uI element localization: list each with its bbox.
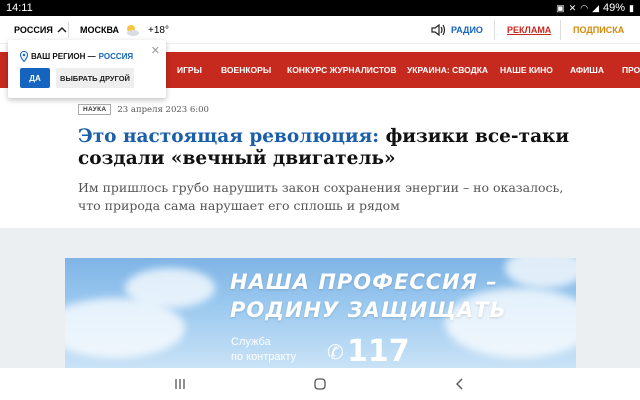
article-date: 23 апреля 2023 6:00	[117, 104, 209, 115]
region-popup-prefix: ВАШ РЕГИОН —	[31, 52, 96, 61]
radio-label: РАДИО	[451, 25, 483, 35]
ad-small-1: Служба	[231, 336, 271, 348]
status-icons: ▣ ✕ ◠ ◢ 49% ▮	[556, 2, 634, 14]
ad-small-2: по контракту	[231, 351, 297, 363]
article-meta: НАУКА 23 апреля 2023 6:00	[78, 104, 578, 115]
nav-item-pro[interactable]: ПРО	[622, 52, 640, 88]
chevron-up-icon	[57, 26, 67, 33]
subscribe-link[interactable]: ПОДПИСКА	[573, 16, 624, 44]
temperature: +18°	[148, 24, 169, 36]
location-pin-icon	[20, 51, 28, 62]
ad-banner[interactable]: НАША ПРОФЕССИЯ – РОДИНУ ЗАЩИЩАТЬ Служба …	[65, 258, 576, 368]
choose-other-region-button[interactable]: ВЫБРАТЬ ДРУГОЙ	[56, 68, 134, 88]
cloud-shape	[125, 268, 215, 308]
battery-icon: ▮	[629, 2, 634, 13]
divider	[68, 22, 69, 38]
subscribe-label: ПОДПИСКА	[573, 25, 625, 35]
ad-line-2: РОДИНУ ЗАЩИЩАТЬ	[230, 298, 507, 322]
notification-icon: ▣	[556, 2, 565, 13]
divider	[560, 20, 561, 40]
region-popup: ВАШ РЕГИОН — РОССИЯ ✕ ДА ВЫБРАТЬ ДРУГОЙ	[8, 40, 166, 98]
speaker-icon	[431, 24, 446, 36]
article-lead: Им пришлось грубо нарушить закон сохране…	[78, 180, 564, 213]
nav-item-ukraine-summary[interactable]: УКРАИНА: СВОДКА	[407, 52, 488, 88]
home-button[interactable]	[305, 368, 335, 400]
back-icon	[456, 378, 463, 390]
sun-cloud-icon	[127, 25, 139, 36]
back-button[interactable]	[445, 368, 475, 400]
battery-percent: 49%	[603, 2, 626, 14]
ad-line-1: НАША ПРОФЕССИЯ –	[230, 270, 498, 294]
nav-item-journalists-contest[interactable]: КОНКУРС ЖУРНАЛИСТОВ	[287, 52, 397, 88]
category-tag[interactable]: НАУКА	[78, 104, 112, 115]
ads-link[interactable]: РЕКЛАМА	[507, 16, 551, 44]
phone-icon: ✆	[327, 342, 344, 364]
confirm-region-button[interactable]: ДА	[20, 68, 50, 88]
region-popup-title: ВАШ РЕГИОН — РОССИЯ	[20, 51, 133, 62]
headline-accent: Это настоящая революция:	[78, 126, 380, 147]
ad-number: 117	[347, 334, 410, 368]
nav-item-games[interactable]: ИГРЫ	[177, 52, 202, 88]
close-icon[interactable]: ✕	[151, 44, 160, 57]
article-headline: Это настоящая революция: физики все-таки…	[78, 126, 578, 170]
cloud-shape	[505, 258, 576, 288]
region-popup-region: РОССИЯ	[98, 52, 134, 61]
system-nav-bar	[0, 368, 640, 400]
ads-label: РЕКЛАМА	[507, 25, 552, 35]
divider	[494, 20, 495, 40]
city-label: МОСКВА	[80, 25, 120, 35]
nav-item-our-cinema[interactable]: НАШЕ КИНО	[500, 52, 553, 88]
radio-link[interactable]: РАДИО	[431, 16, 483, 44]
recent-apps-icon	[175, 379, 185, 389]
nav-item-afisha[interactable]: АФИША	[570, 52, 604, 88]
status-bar: 14:11 ▣ ✕ ◠ ◢ 49% ▮	[0, 0, 640, 16]
recent-apps-button[interactable]	[165, 368, 195, 400]
nav-item-war-correspondents[interactable]: ВОЕНКОРЫ	[221, 52, 271, 88]
wifi-icon: ◠	[580, 2, 589, 13]
region-label: РОССИЯ	[14, 25, 53, 35]
signal-icon: ◢	[592, 2, 600, 13]
mute-icon: ✕	[568, 2, 577, 13]
status-time: 14:11	[6, 2, 33, 14]
home-icon	[314, 378, 326, 390]
article-header: НАУКА 23 апреля 2023 6:00 Это настоящая …	[78, 104, 578, 215]
